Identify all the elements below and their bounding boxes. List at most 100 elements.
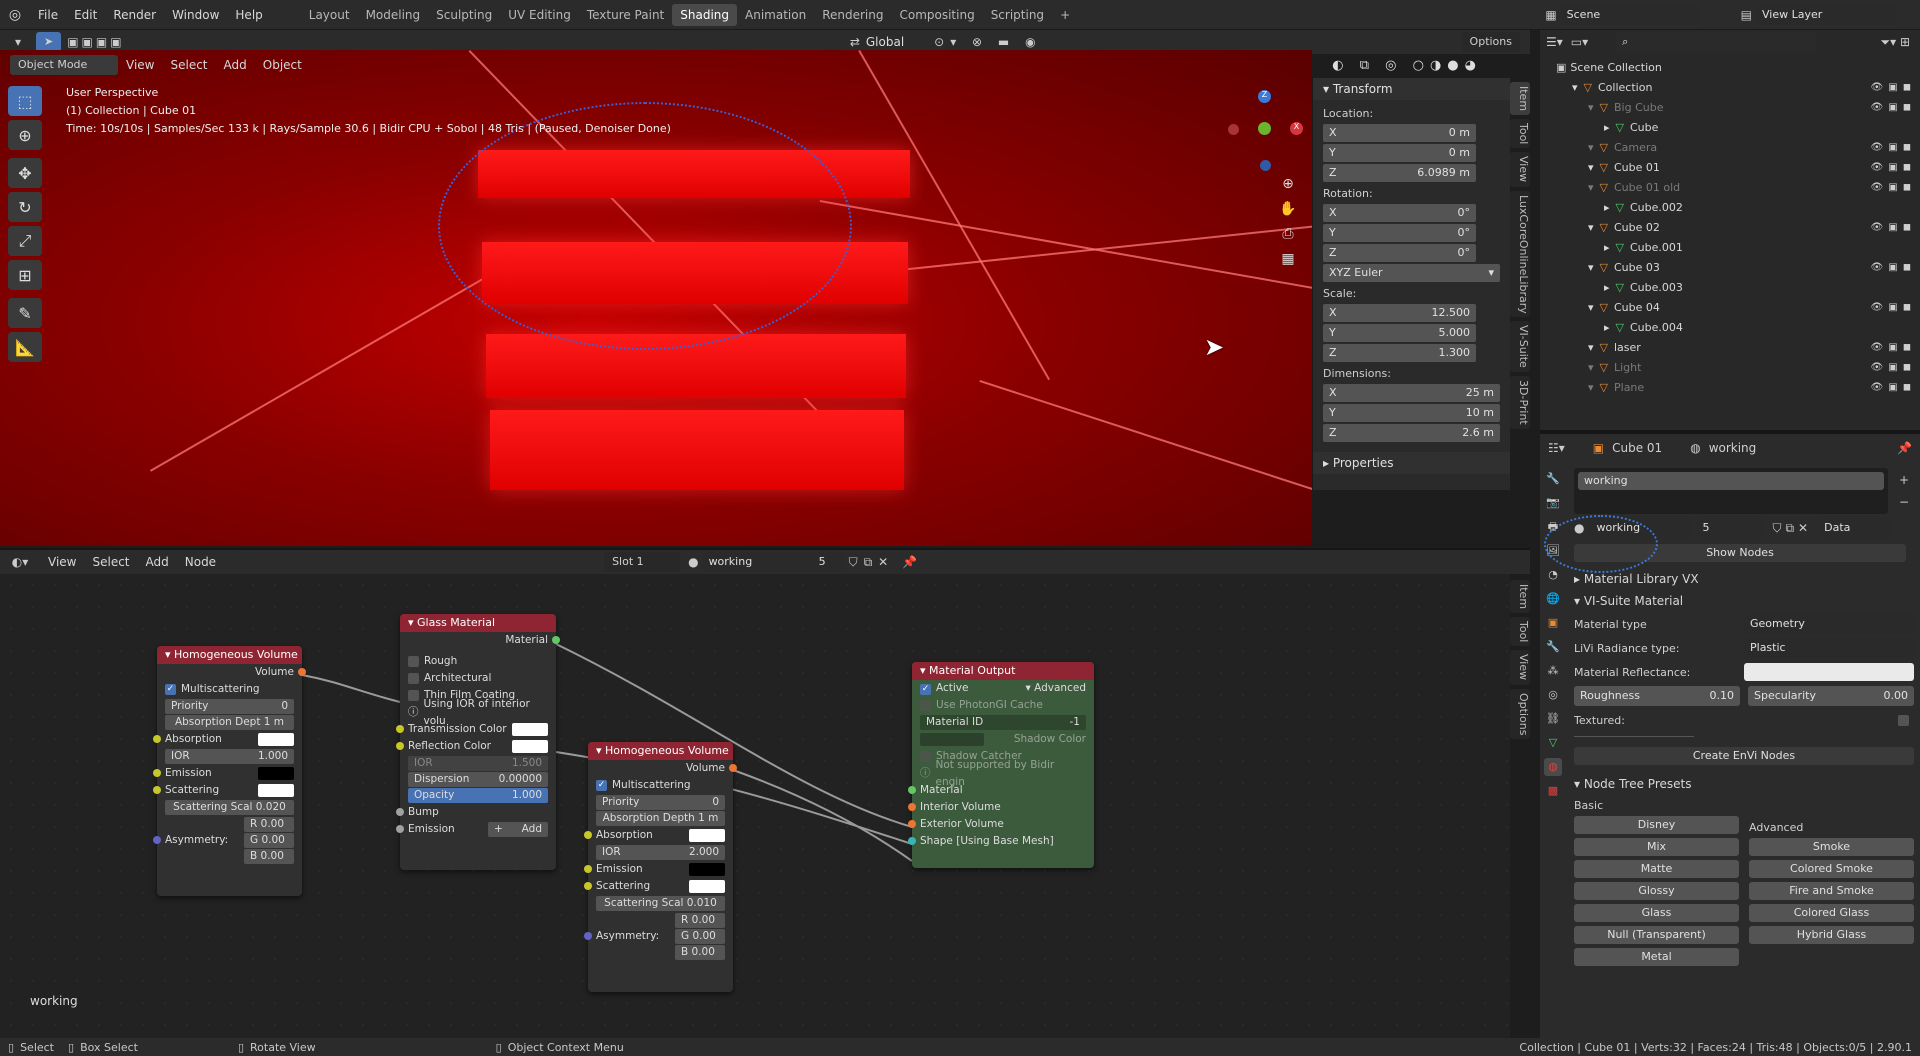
scene-collection-row[interactable]: ▣ Scene Collection [1540,58,1920,78]
material-socket[interactable] [552,636,560,644]
tab-shading[interactable]: Shading [672,3,737,26]
world-tab-icon[interactable]: 🌐 [1544,590,1562,608]
preset-button[interactable]: Colored Glass [1749,904,1914,922]
expand-arrow-icon[interactable]: ▾ [1588,341,1594,354]
view-layer-field[interactable]: View Layer [1756,4,1896,25]
node-editor-type-icon[interactable]: ◐▾ [0,555,40,569]
scattering-scale-field[interactable]: Scattering Scal 0.020 [165,800,294,815]
dimension-x[interactable]: X 25 m [1323,384,1500,402]
visibility-icons[interactable]: 👁▣◼ [1871,258,1916,278]
blender-logo-icon[interactable]: ◎ [0,7,30,23]
tab-uv-editing[interactable]: UV Editing [500,4,579,26]
preset-button[interactable]: Fire and Smoke [1749,882,1914,900]
tab-layout[interactable]: Layout [301,4,358,26]
material-action-icons[interactable]: ⛉⧉✕ [849,555,895,570]
absorption-depth-field[interactable]: Absorption Dept 1 m [165,715,294,730]
expand-arrow-icon[interactable]: ▸ [1604,201,1610,214]
emission-input[interactable]: Emission + Add [396,821,556,838]
node-menu-select[interactable]: Select [84,550,137,574]
tab-modeling[interactable]: Modeling [358,4,429,26]
reflection-color-input[interactable]: Reflection Color [396,738,556,755]
expand-arrow-icon[interactable]: ▾ [1588,361,1594,374]
cursor-tool[interactable]: ⊕ [8,120,42,150]
specularity-field[interactable]: Specularity 0.00 [1748,686,1914,706]
properties-header[interactable]: ▸ Properties [1313,452,1510,474]
material-library-vx-section[interactable]: ▸ Material Library VX [1574,568,1914,590]
material-output-node[interactable]: ▾ Material Output ✓ Active ▾ Advanced Use … [908,662,1094,868]
viewport-nav-buttons[interactable]: ⊕ ✋ ⎙ ▦ [1276,172,1300,272]
asymmetry-input[interactable]: Asymmetry: R 0.00 G 0.00 B 0.00 [584,912,733,960]
zoom-icon[interactable]: ⊕ [1276,172,1300,197]
tab-item[interactable]: Item [1510,82,1530,116]
camera-view-icon[interactable]: ⎙ [1276,222,1300,247]
select-box-tool[interactable]: ⬚ [8,86,42,116]
opacity-field[interactable]: Opacity 1.000 [408,788,548,803]
expand-arrow-icon[interactable]: ▾ [1588,141,1594,154]
visibility-icons[interactable]: 👁▣◼ [1871,298,1916,318]
editor-type-icon[interactable]: ▾ [0,35,36,49]
interior-volume-input[interactable]: Interior Volume [908,799,1094,816]
scale-tool[interactable]: ⤢ [8,226,42,256]
expand-arrow-icon[interactable]: ▾ [1588,221,1594,234]
menu-file[interactable]: File [30,0,66,30]
node-tab-tool[interactable]: Tool [1510,617,1530,647]
preset-button[interactable]: Null (Transparent) [1574,926,1739,944]
material-tab-icon[interactable]: ◍ [1544,758,1562,776]
node-header[interactable]: ▾ Homogeneous Volume [157,646,302,664]
dispersion-field[interactable]: Dispersion 0.00000 [408,772,548,787]
ior-field[interactable]: IOR 2.000 [596,845,725,860]
material-type-dropdown[interactable]: Geometry [1744,614,1914,634]
material-users-field[interactable]: 5 [1696,518,1767,538]
move-tool[interactable]: ✥ [8,158,42,188]
menu-help[interactable]: Help [227,0,270,30]
filter-icon[interactable]: ⏷▾ ⊞ [1881,35,1911,50]
output-tab-icon[interactable]: 🖶 [1544,518,1562,536]
visibility-icons[interactable]: 👁▣◼ [1871,78,1916,98]
cube-04-mesh[interactable] [490,410,904,490]
tab-sculpting[interactable]: Sculpting [428,4,500,26]
node-tab-options[interactable]: Options [1510,688,1530,739]
node-material-users[interactable]: 5 [812,552,843,572]
shadow-color-field[interactable]: Shadow Color [912,731,1094,748]
measure-tool[interactable]: 📐 [8,332,42,362]
photongi-checkbox[interactable]: Use PhotonGI Cache [912,697,1094,714]
visibility-icons[interactable]: 👁▣◼ [1871,358,1916,378]
material-slot-list[interactable]: working [1574,468,1888,514]
shape-input[interactable]: Shape [Using Base Mesh] [908,833,1094,850]
grid-view-icon[interactable]: ▦ [1276,247,1300,272]
absorption-depth-field[interactable]: Absorption Depth 1 m [596,811,725,826]
tab-compositing[interactable]: Compositing [891,4,982,26]
preset-button[interactable]: Mix [1574,838,1739,856]
outliner-row[interactable]: ▸ ▽ Cube [1540,118,1920,138]
ior-field[interactable]: IOR 1.500 [408,756,548,771]
expand-arrow-icon[interactable]: ▾ [1588,381,1594,394]
rotation-z[interactable]: Z 0° [1323,244,1476,262]
preset-button[interactable]: Disney [1574,816,1739,834]
roughness-field[interactable]: Roughness 0.10 [1574,686,1740,706]
exterior-volume-input[interactable]: Exterior Volume [908,816,1094,833]
outliner-row[interactable]: ▸ ▽ Cube.001 [1540,238,1920,258]
expand-arrow-icon[interactable]: ▾ [1588,101,1594,114]
multiscattering-checkbox[interactable]: ✓ Multiscattering [588,777,733,794]
tab-animation[interactable]: Animation [737,4,814,26]
scale-y[interactable]: Y 5.000 [1323,324,1476,342]
menu-render[interactable]: Render [105,0,164,30]
multiscattering-checkbox[interactable]: ✓ Multiscattering [157,681,302,698]
texture-tab-icon[interactable]: ▩ [1544,782,1562,800]
transform-tool[interactable]: ⊞ [8,260,42,290]
tab-vi-suite[interactable]: VI-Suite [1510,321,1530,373]
outliner-row[interactable]: ▾ ▽ Collection 👁▣◼ [1540,78,1920,98]
absorption-input[interactable]: Absorption [584,827,733,844]
preset-button[interactable]: Smoke [1749,838,1914,856]
scale-x[interactable]: X 12.500 [1323,304,1476,322]
preset-button[interactable]: Colored Smoke [1749,860,1914,878]
object-mode-dropdown[interactable]: Object Mode [10,55,118,75]
visibility-icons[interactable]: 👁▣◼ [1871,98,1916,118]
menu-edit[interactable]: Edit [66,0,105,30]
reflectance-color-swatch[interactable] [1744,663,1914,681]
node-header[interactable]: ▾ Glass Material [400,614,556,632]
outliner-search-input[interactable]: ⌕ [1616,32,1817,52]
slot-dropdown[interactable]: Slot 1 [604,552,681,572]
visibility-icons[interactable]: 👁▣◼ [1871,218,1916,238]
preset-button[interactable]: Hybrid Glass [1749,926,1914,944]
